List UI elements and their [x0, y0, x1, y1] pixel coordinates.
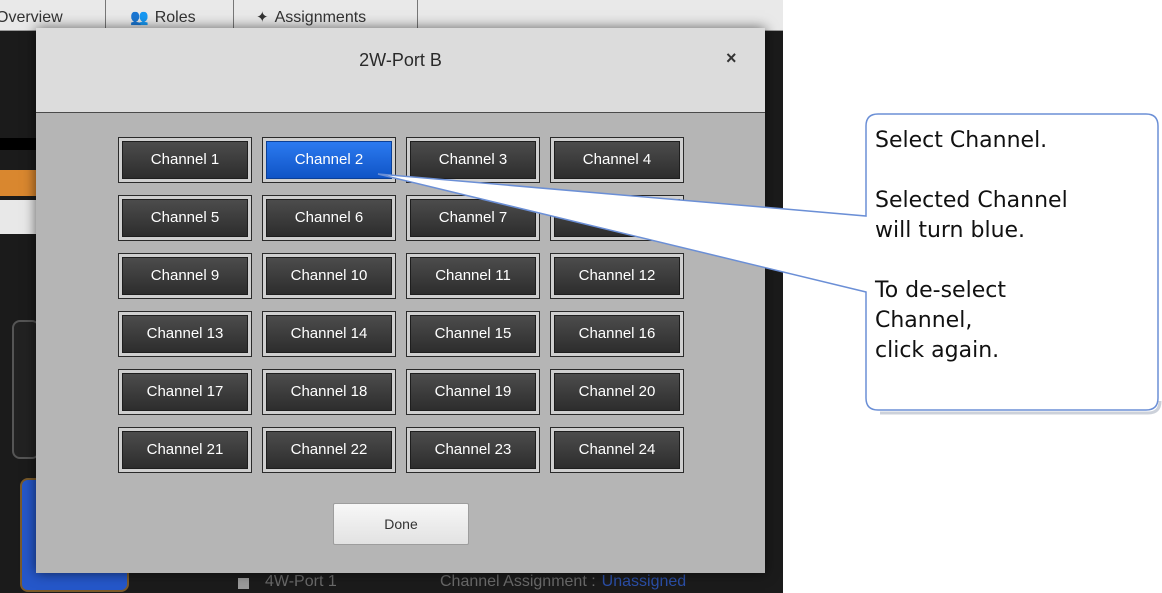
- channel-button-21[interactable]: Channel 21: [118, 427, 252, 473]
- callout-line-6: click again.: [875, 338, 1000, 363]
- bg-orange-bar: [0, 170, 36, 196]
- channel-select-modal: 2W-Port B × Channel 1 Channel 2 Channel 3C…: [36, 28, 765, 573]
- channel-button-label: Channel 3: [410, 141, 536, 179]
- channel-assignment-label: Channel Assignment :: [440, 573, 596, 590]
- bg-light-bar: [0, 200, 36, 234]
- done-button[interactable]: Done: [333, 503, 469, 545]
- channel-button-17[interactable]: Channel 17: [118, 369, 252, 415]
- tab-roles-label: Roles: [154, 9, 196, 26]
- channel-button-8[interactable]: Channel 8: [550, 195, 684, 241]
- channel-button-label: Channel 2: [266, 141, 392, 179]
- channel-button-label: Channel 4: [554, 141, 680, 179]
- callout-text: Select Channel. Selected Channel will tu…: [875, 126, 1150, 366]
- channel-button-label: Channel 6: [266, 199, 392, 237]
- channel-button-6[interactable]: Channel 6: [262, 195, 396, 241]
- channel-button-15[interactable]: Channel 15: [406, 311, 540, 357]
- callout-line-2: Selected Channel: [875, 188, 1068, 213]
- channel-button-13[interactable]: Channel 13: [118, 311, 252, 357]
- channel-button-4[interactable]: Channel 4: [550, 137, 684, 183]
- channel-button-label: Channel 1: [122, 141, 248, 179]
- modal-title: 2W-Port B: [359, 50, 442, 70]
- channel-button-23[interactable]: Channel 23: [406, 427, 540, 473]
- tab-overview[interactable]: Overview: [0, 0, 106, 30]
- callout-line-1: Select Channel.: [875, 128, 1048, 153]
- port-label: 4W-Port 1: [265, 573, 337, 590]
- channel-button-label: Channel 17: [122, 373, 248, 411]
- channel-button-label: Channel 8: [554, 199, 680, 237]
- channel-button-label: Channel 19: [410, 373, 536, 411]
- tab-assignments[interactable]: ✦ Assignments: [234, 0, 418, 30]
- assign-icon: ✦: [256, 9, 269, 26]
- channel-button-label: Channel 24: [554, 431, 680, 469]
- channel-button-label: Channel 14: [266, 315, 392, 353]
- channel-button-label: Channel 5: [122, 199, 248, 237]
- channel-button-label: Channel 9: [122, 257, 248, 295]
- channel-button-label: Channel 15: [410, 315, 536, 353]
- channel-button-18[interactable]: Channel 18: [262, 369, 396, 415]
- top-navigation: Overview 👥 Roles ✦ Assignments: [0, 0, 783, 31]
- channel-button-label: Channel 7: [410, 199, 536, 237]
- channel-button-19[interactable]: Channel 19: [406, 369, 540, 415]
- channel-button-label: Channel 23: [410, 431, 536, 469]
- callout-line-4: To de-select: [875, 278, 1006, 303]
- channel-button-14[interactable]: Channel 14: [262, 311, 396, 357]
- channel-button-20[interactable]: Channel 20: [550, 369, 684, 415]
- channel-assignment-value: Unassigned: [601, 573, 687, 590]
- channel-button-12[interactable]: Channel 12: [550, 253, 684, 299]
- tab-roles[interactable]: 👥 Roles: [106, 0, 234, 30]
- channel-button-label: Channel 21: [122, 431, 248, 469]
- channel-button-2[interactable]: Channel 2: [262, 137, 396, 183]
- channel-button-10[interactable]: Channel 10: [262, 253, 396, 299]
- channel-button-7[interactable]: Channel 7: [406, 195, 540, 241]
- channel-button-label: Channel 13: [122, 315, 248, 353]
- channel-button-label: Channel 12: [554, 257, 680, 295]
- channel-button-label: Channel 20: [554, 373, 680, 411]
- channel-button-22[interactable]: Channel 22: [262, 427, 396, 473]
- tab-assignments-label: Assignments: [274, 9, 367, 26]
- channel-button-label: Channel 10: [266, 257, 392, 295]
- channel-button-9[interactable]: Channel 9: [118, 253, 252, 299]
- callout-line-5: Channel,: [875, 308, 973, 333]
- channel-button-label: Channel 11: [410, 257, 536, 295]
- channel-button-label: Channel 16: [554, 315, 680, 353]
- channel-button-label: Channel 22: [266, 431, 392, 469]
- close-icon[interactable]: ×: [726, 48, 737, 69]
- channel-button-3[interactable]: Channel 3: [406, 137, 540, 183]
- channel-assignment: Channel Assignment : Unassigned: [440, 573, 686, 591]
- tab-overview-label: Overview: [0, 9, 63, 26]
- channel-button-24[interactable]: Channel 24: [550, 427, 684, 473]
- callout-line-3: will turn blue.: [875, 218, 1026, 243]
- channel-button-5[interactable]: Channel 5: [118, 195, 252, 241]
- users-icon: 👥: [130, 9, 149, 26]
- port-checkbox[interactable]: [238, 578, 249, 589]
- modal-body: Channel 1 Channel 2 Channel 3 Channel 4 Chan…: [36, 113, 765, 573]
- channel-button-11[interactable]: Channel 11: [406, 253, 540, 299]
- bg-dark-bar: [0, 138, 36, 150]
- channel-button-16[interactable]: Channel 16: [550, 311, 684, 357]
- channel-button-label: Channel 18: [266, 373, 392, 411]
- modal-header: 2W-Port B ×: [36, 28, 765, 113]
- channel-button-1[interactable]: Channel 1: [118, 137, 252, 183]
